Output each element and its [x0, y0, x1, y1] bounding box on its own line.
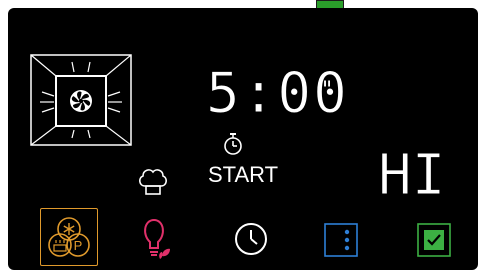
preset-programs-icon: P: [48, 217, 90, 257]
lamp-button[interactable]: [136, 208, 176, 268]
options-icon: [324, 223, 358, 257]
svg-text:P: P: [74, 238, 83, 253]
chef-hat-icon[interactable]: [136, 166, 170, 198]
oven-control-panel: 5:00 " START HI P: [8, 8, 478, 270]
options-button[interactable]: [323, 208, 359, 268]
timer-seconds-mark: ": [322, 78, 333, 103]
confirm-button[interactable]: [416, 208, 452, 268]
preset-programs-button[interactable]: P: [40, 208, 98, 266]
start-label[interactable]: START: [208, 162, 278, 188]
clock-button[interactable]: [230, 208, 272, 268]
confirm-checkbox-icon: [417, 223, 451, 257]
lamp-icon: [144, 218, 170, 259]
oven-fan-icon[interactable]: [28, 52, 134, 148]
clock-icon: [235, 223, 267, 255]
power-level-display: HI: [377, 143, 446, 208]
stopwatch-icon: [222, 132, 244, 156]
